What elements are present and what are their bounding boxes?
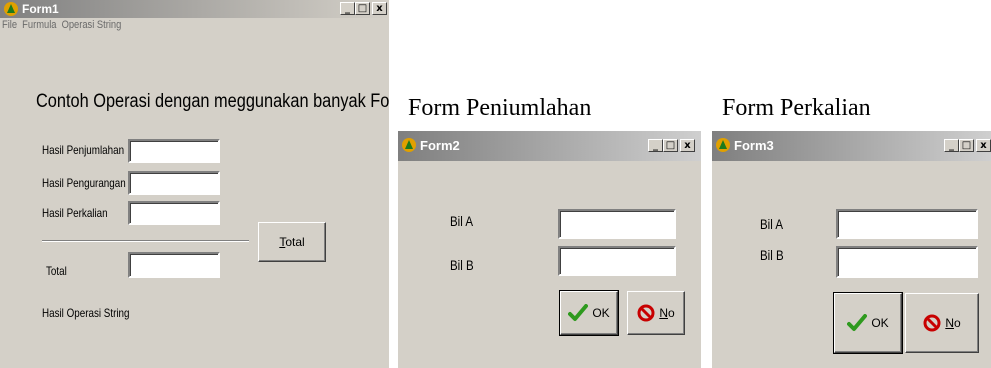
bil-a-field[interactable] (836, 209, 978, 239)
form2-titlebar[interactable]: Form2 _ □ x (398, 131, 701, 161)
label-hasil-operasi-string: Hasil Operasi String (42, 306, 130, 320)
caption-form-penjumlahan: Form Peniumlahan (408, 95, 592, 121)
ok-button[interactable]: OK (833, 292, 903, 354)
minimize-button[interactable]: _ (648, 139, 663, 152)
label-hasil-penjumlahan: Hasil Penjumlahan (42, 143, 125, 157)
ok-button[interactable]: OK (559, 290, 619, 336)
separator-line (42, 240, 249, 242)
menu-furmula[interactable]: Furmula (22, 19, 56, 31)
hasil-pengurangan-field[interactable] (128, 171, 220, 195)
bil-b-field[interactable] (836, 246, 978, 278)
form1-menubar: File Furmula Operasi String (2, 19, 121, 31)
no-button[interactable]: No (905, 293, 979, 353)
form1-title: Form1 (22, 2, 59, 16)
checkmark-icon (847, 314, 868, 331)
caption-form-perkalian: Form Perkalian (722, 95, 871, 121)
label-hasil-perkalian: Hasil Perkalian (42, 206, 108, 220)
form1-titlebar[interactable]: Form1 _ □ x (0, 0, 389, 18)
minimize-button[interactable]: _ (944, 139, 959, 152)
menu-file[interactable]: File (2, 19, 17, 31)
no-label: No (659, 306, 675, 320)
no-sign-icon (923, 314, 941, 332)
close-button[interactable]: x (680, 139, 695, 152)
no-sign-icon (637, 304, 655, 322)
bil-b-field[interactable] (558, 246, 676, 276)
close-button[interactable]: x (372, 2, 387, 15)
label-bil-b: Bil B (760, 247, 784, 263)
menu-operasi-string[interactable]: Operasi String (62, 19, 122, 31)
app-icon (4, 2, 18, 16)
ok-label: OK (871, 316, 889, 330)
form2-window: Form2 _ □ x Bil A Bil B OK No (398, 131, 701, 368)
maximize-button[interactable]: □ (663, 139, 678, 152)
form2-title: Form2 (420, 138, 460, 153)
no-button[interactable]: No (627, 291, 685, 335)
label-bil-a: Bil A (450, 213, 473, 229)
label-bil-a: Bil A (760, 216, 783, 232)
minimize-button[interactable]: _ (340, 2, 355, 15)
label-hasil-pengurangan: Hasil Pengurangan (42, 176, 126, 190)
total-button[interactable]: Total (258, 222, 326, 262)
form3-window: Form3 _ □ x Bil A Bil B OK No (712, 131, 991, 368)
close-button[interactable]: x (976, 139, 991, 152)
form1-window: Form1 _ □ x File Furmula Operasi String … (0, 0, 389, 368)
hasil-perkalian-field[interactable] (128, 201, 220, 225)
form3-title: Form3 (734, 138, 774, 153)
ok-label: OK (592, 306, 610, 320)
checkmark-icon (568, 304, 589, 321)
label-bil-b: Bil B (450, 257, 474, 273)
form1-heading: Contoh Operasi dengan meggunakan banyak … (36, 91, 389, 112)
maximize-button[interactable]: □ (959, 139, 974, 152)
form3-titlebar[interactable]: Form3 _ □ x (712, 131, 991, 161)
hasil-penjumlahan-field[interactable] (128, 139, 220, 163)
total-field[interactable] (128, 252, 220, 278)
no-label: No (945, 316, 961, 330)
maximize-button[interactable]: □ (355, 2, 370, 15)
app-icon (402, 138, 416, 152)
bil-a-field[interactable] (558, 209, 676, 239)
label-total: Total (46, 264, 67, 278)
app-icon (716, 138, 730, 152)
